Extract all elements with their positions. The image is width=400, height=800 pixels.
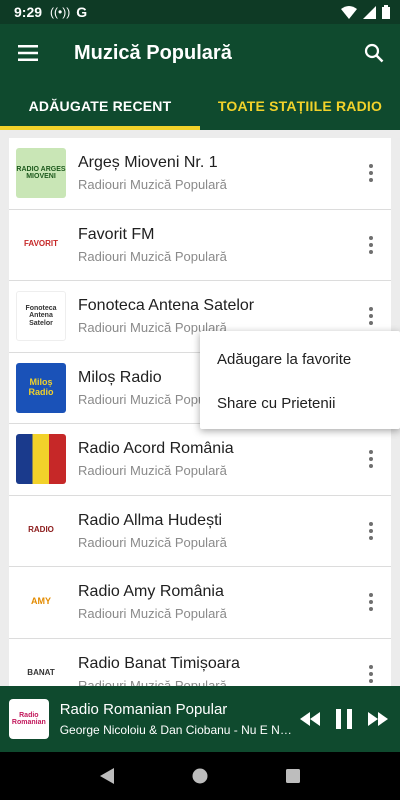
station-category: Radiouri Muzică Populară	[78, 177, 227, 193]
status-right	[341, 5, 390, 19]
list-item[interactable]: FAVORIT Favorit FM Radiouri Muzică Popula…	[9, 210, 391, 281]
player-track: George Nicoloiu & Dan Ciobanu - Nu E Nic…	[59, 723, 294, 737]
more-options-icon[interactable]	[351, 572, 391, 632]
station-logo: RADIO	[16, 505, 66, 556]
station-logo: RADIO ARGES MIOVENI	[16, 148, 66, 199]
station-name: Favorit FM	[78, 225, 155, 243]
wifi-icon	[341, 5, 357, 19]
list-item[interactable]: BANAT Radio Banat Timișoara Radiouri Muzi…	[9, 639, 391, 686]
hotspot-icon: ((•))	[50, 5, 71, 19]
player-title: Radio Romanian Popular	[59, 701, 228, 718]
search-icon[interactable]	[348, 24, 400, 82]
more-options-icon[interactable]	[351, 215, 391, 275]
more-options-icon[interactable]	[351, 644, 391, 686]
station-logo: AMY	[16, 577, 66, 628]
station-logo: Fonoteca Antena Satelor	[16, 291, 66, 342]
station-category: Radiouri Muzică Populară	[78, 463, 227, 479]
list-item[interactable]: Radio Acord România Radiouri Muzică Popul…	[9, 424, 391, 496]
share-menu-item[interactable]: Share cu Prietenii	[200, 381, 400, 425]
more-options-icon[interactable]	[351, 501, 391, 561]
more-options-icon[interactable]	[351, 143, 391, 203]
station-name: Radio Acord România	[78, 440, 234, 458]
tab-bar: ADĂUGATE RECENT TOATE STAȚIILE RADIO	[0, 82, 400, 130]
context-menu: Adăugare la favorite Share cu Prietenii	[200, 331, 400, 429]
station-logo: Miloș Radio	[16, 362, 66, 413]
more-options-icon[interactable]	[351, 429, 391, 489]
tab-all-stations[interactable]: TOATE STAȚIILE RADIO	[200, 82, 400, 130]
station-name: Radio Allma Hudești	[78, 511, 223, 529]
home-icon[interactable]	[180, 756, 220, 796]
station-name: Radio Banat Timișoara	[78, 654, 240, 672]
station-logo: FAVORIT	[16, 219, 66, 270]
player-station-logo: Radio Romanian	[9, 699, 49, 739]
status-time: 9:29	[14, 4, 43, 20]
page-title: Muzică Populară	[74, 41, 232, 64]
add-to-favorites-menu-item[interactable]: Adăugare la favorite	[200, 337, 400, 381]
hamburger-menu-icon[interactable]	[0, 24, 56, 82]
list-item[interactable]: RADIO ARGES MIOVENI Argeș Mioveni Nr. 1 R…	[9, 138, 391, 210]
mini-player[interactable]: Radio Romanian Radio Romanian Popular Ge…	[0, 686, 400, 752]
google-icon: G	[76, 4, 88, 20]
list-item[interactable]: RADIO Radio Allma Hudești Radiouri Muzică…	[9, 496, 391, 567]
status-bar: 9:29 ((•)) G	[0, 0, 400, 24]
list-item[interactable]: AMY Radio Amy România Radiouri Muzică Pop…	[9, 567, 391, 639]
station-category: Radiouri Muzică Populară	[78, 677, 227, 686]
station-name: Fonoteca Antena Satelor	[78, 297, 255, 315]
signal-icon	[363, 5, 376, 19]
fast-forward-icon[interactable]	[362, 701, 394, 737]
station-logo: BANAT	[16, 648, 66, 686]
battery-icon	[382, 5, 390, 19]
station-name: Radio Amy România	[78, 583, 224, 601]
station-category: Radiouri Muzică Populară	[78, 248, 227, 264]
recents-icon[interactable]	[273, 756, 313, 796]
rewind-icon[interactable]	[294, 701, 326, 737]
station-category: Radiouri Muzică Populară	[78, 534, 227, 550]
system-nav-bar	[0, 752, 400, 800]
pause-icon[interactable]	[328, 701, 360, 737]
station-logo	[16, 434, 66, 485]
station-name: Argeș Mioveni Nr. 1	[78, 154, 218, 172]
player-controls	[294, 701, 394, 737]
back-icon[interactable]	[87, 756, 127, 796]
station-category: Radiouri Muzică Populară	[78, 606, 227, 622]
app-bar: Muzică Populară	[0, 24, 400, 82]
tab-recently-added[interactable]: ADĂUGATE RECENT	[0, 82, 200, 130]
